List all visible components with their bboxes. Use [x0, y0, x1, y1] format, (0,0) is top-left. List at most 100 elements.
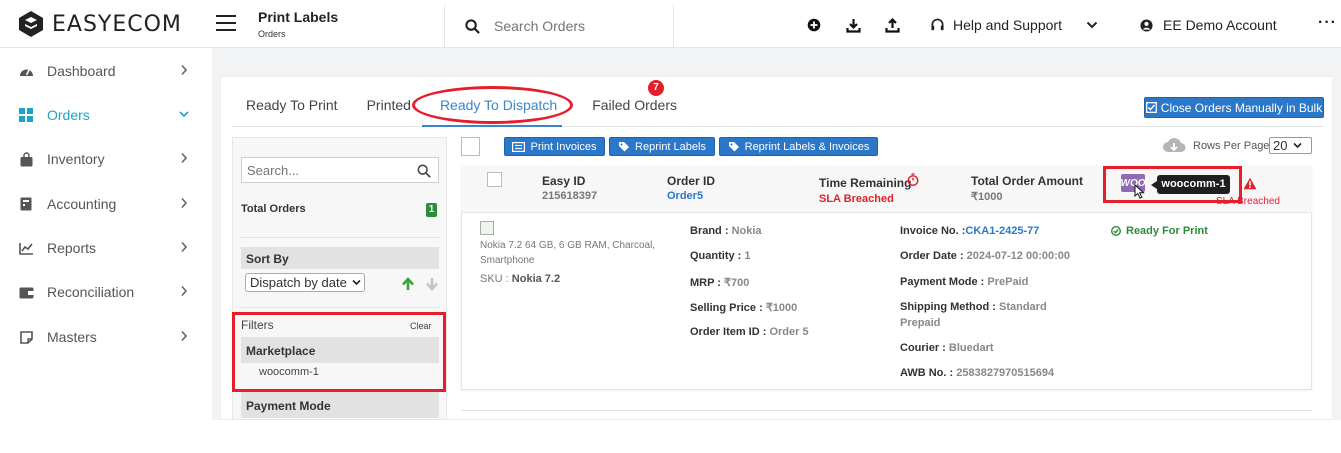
menu-toggle-icon[interactable]: [216, 15, 236, 31]
divider: [241, 307, 439, 308]
sidebar-item-label: Accounting: [47, 196, 117, 212]
sidebar-item-label: Reconciliation: [47, 284, 135, 300]
filter-search: [241, 157, 439, 183]
help-and-support-button[interactable]: Help and Support: [930, 17, 1098, 33]
sidebar-item-label: Dashboard: [47, 63, 116, 79]
download-icon[interactable]: [845, 17, 861, 33]
payment-mode-filter-header[interactable]: Payment Mode: [241, 392, 439, 418]
selling-price-label: Selling Price :: [690, 302, 763, 314]
courier-value: Bluedart: [948, 342, 994, 354]
plus-circle-icon[interactable]: [806, 17, 822, 33]
sidebar-item-inventory[interactable]: Inventory: [0, 144, 212, 174]
search-icon[interactable]: [417, 164, 431, 178]
sort-by-value: Dispatch by date: [250, 275, 347, 290]
sla-breached-note: SLA Breached: [1216, 196, 1280, 207]
tabs-divider: [232, 126, 1324, 127]
invoice-link[interactable]: CKA1-2425-77: [965, 225, 1039, 237]
marketplace-filter-header[interactable]: Marketplace: [241, 337, 439, 363]
sidebar-item-dashboard[interactable]: Dashboard: [0, 56, 212, 86]
time-remaining-label: Time Remaining: [819, 176, 912, 190]
sort-by-select[interactable]: Dispatch by date: [245, 273, 365, 292]
sidebar-item-reconciliation[interactable]: Reconciliation: [0, 277, 212, 307]
brand-row: Brand : Nokia: [690, 225, 762, 237]
print-invoices-button[interactable]: Print Invoices: [504, 137, 605, 156]
sidebar-item-label: Masters: [47, 329, 97, 345]
chevron-down-icon: [1293, 142, 1303, 149]
selling-price-value: ₹1000: [765, 302, 798, 314]
quantity-value: 1: [744, 250, 751, 262]
sidebar-item-masters[interactable]: Masters: [0, 322, 212, 352]
checkbox-icon: [1145, 102, 1157, 113]
print-invoices-label: Print Invoices: [530, 140, 597, 153]
total-order-amount-value: ₹1000: [971, 191, 1003, 203]
failed-orders-badge: 7: [648, 80, 664, 96]
tab-failed-orders[interactable]: Failed Orders: [567, 97, 687, 127]
select-all-checkbox[interactable]: [461, 137, 480, 156]
brand-value: Nokia: [731, 225, 762, 237]
tab-printed[interactable]: Printed: [348, 97, 421, 127]
quantity-row: Quantity : 1: [690, 250, 751, 262]
more-options-icon[interactable]: ···: [1318, 14, 1337, 32]
marketplace-tooltip: woocomm-1: [1151, 175, 1230, 194]
total-order-amount-label: Total Order Amount: [971, 174, 1083, 188]
filters-title: Filters: [241, 318, 274, 332]
chevron-right-icon: [181, 197, 188, 209]
order-tabs: Ready To Print Printed Ready To Dispatch…: [236, 97, 687, 127]
sla-status: SLA Breached: [819, 193, 894, 205]
order-id-link[interactable]: Order5: [667, 190, 703, 202]
order-date-row: Order Date : 2024-07-12 00:00:00: [900, 250, 1070, 262]
tab-ready-to-print[interactable]: Ready To Print: [236, 97, 348, 127]
sidebar-item-label: Inventory: [47, 151, 105, 167]
close-orders-bulk-label: Close Orders Manually in Bulk: [1160, 100, 1323, 115]
ledger-icon: [18, 196, 34, 212]
payment-mode-label: Payment Mode :: [900, 276, 985, 288]
sort-ascending-icon[interactable]: [401, 277, 415, 291]
top-actions: [806, 17, 900, 33]
user-icon: [1140, 18, 1153, 32]
dashboard-icon: [18, 63, 34, 79]
order-date-label: Order Date :: [900, 250, 964, 262]
rows-per-page-select[interactable]: 20: [1269, 137, 1312, 154]
sku-label: SKU :: [480, 273, 509, 285]
product-description: Nokia 7.2 64 GB, 6 GB RAM, Charcoal, Sma…: [480, 240, 656, 266]
page-title-block: Print Labels Orders: [258, 9, 338, 39]
awb-row: AWB No. : 2583827970515694: [900, 367, 1054, 379]
close-orders-bulk-button[interactable]: Close Orders Manually in Bulk: [1144, 97, 1324, 118]
upload-icon[interactable]: [884, 17, 900, 33]
invoice-row: Invoice No. :CKA1-2425-77: [900, 225, 1039, 237]
brand-logo[interactable]: EASYECOM: [18, 10, 182, 38]
wallet-icon: [18, 284, 34, 300]
sort-descending-icon[interactable]: [425, 277, 439, 291]
clear-filters-link[interactable]: Clear: [410, 321, 432, 331]
reprint-labels-button[interactable]: Reprint Labels: [609, 137, 715, 156]
cloud-download-icon[interactable]: [1162, 137, 1186, 154]
tab-ready-to-dispatch[interactable]: Ready To Dispatch: [421, 97, 567, 127]
reprint-labels-invoices-button[interactable]: Reprint Labels & Invoices: [719, 137, 878, 156]
product-image: [480, 221, 494, 235]
shipping-method-label: Shipping Method :: [900, 301, 996, 313]
tag-icon: [619, 142, 630, 152]
page-title: Print Labels: [258, 9, 339, 25]
check-circle-icon: [1111, 226, 1121, 236]
headset-icon: [931, 18, 944, 30]
payment-mode-row: Payment Mode : PrePaid: [900, 276, 1028, 288]
filter-search-input[interactable]: [247, 162, 412, 178]
search-orders-input[interactable]: [494, 18, 644, 34]
sidebar-item-accounting[interactable]: Accounting: [0, 189, 212, 219]
account-button[interactable]: EE Demo Account: [1140, 17, 1277, 33]
order-checkbox[interactable]: [487, 172, 502, 187]
page-subtitle: Orders: [258, 29, 286, 39]
chevron-right-icon: [181, 152, 188, 164]
divider: [461, 410, 1312, 411]
easy-id-label: Easy ID: [542, 174, 586, 188]
search-icon: [465, 18, 480, 34]
chevron-right-icon: [181, 285, 188, 297]
sidebar-item-orders[interactable]: Orders: [0, 100, 212, 130]
chevron-right-icon: [181, 64, 188, 76]
chart-icon: [18, 240, 34, 256]
easy-id-value: 215618397: [542, 190, 598, 202]
sidebar-item-reports[interactable]: Reports: [0, 233, 212, 263]
brand-name: EASYECOM: [52, 11, 182, 37]
mrp-row: MRP : ₹700: [690, 276, 749, 289]
marketplace-option[interactable]: woocomm-1: [259, 366, 319, 378]
